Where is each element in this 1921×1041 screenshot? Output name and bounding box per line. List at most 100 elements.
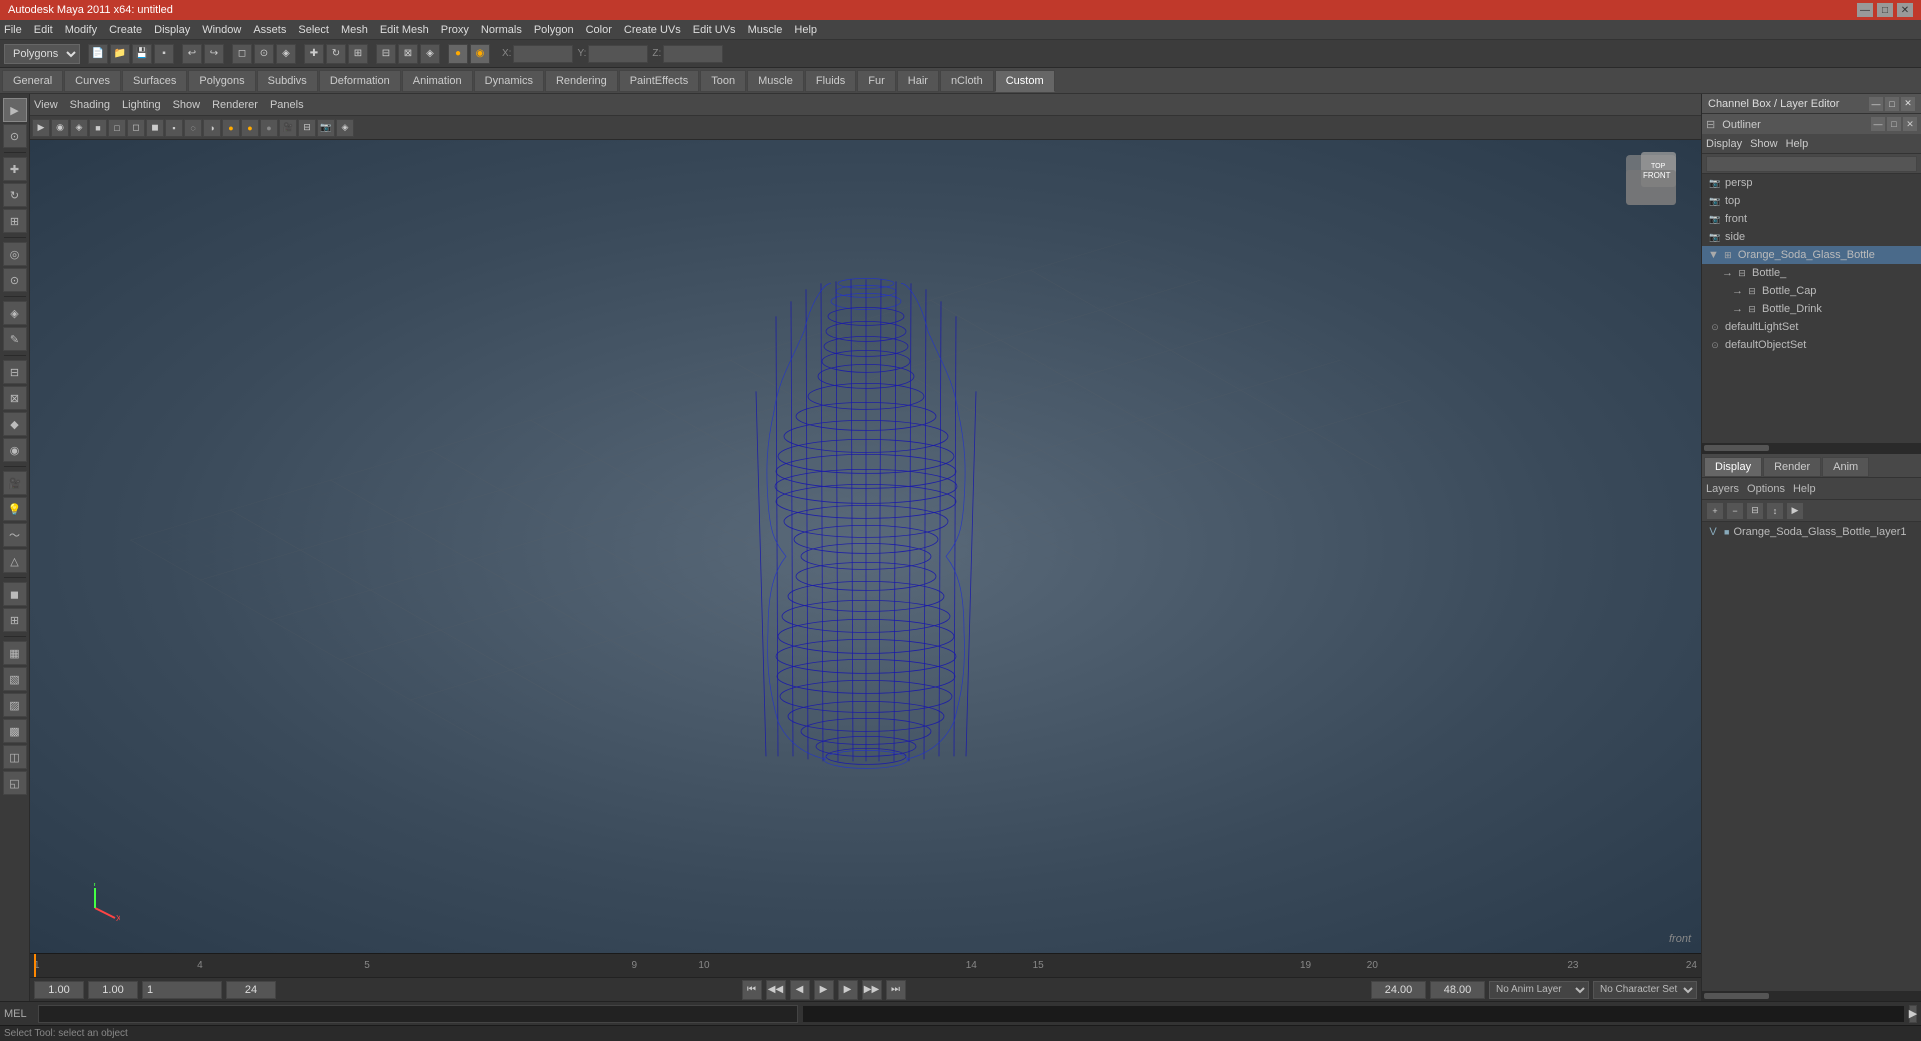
mode-select[interactable]: Polygons bbox=[4, 44, 80, 64]
z-field[interactable] bbox=[663, 45, 723, 63]
outliner-item-bottle-mesh[interactable]: → ⊟ Bottle_ bbox=[1702, 264, 1921, 282]
close-button[interactable]: ✕ bbox=[1897, 3, 1913, 17]
outliner-item-top[interactable]: 📷 top bbox=[1702, 192, 1921, 210]
shelf-tab-custom[interactable]: Custom bbox=[995, 70, 1055, 92]
tool-sculpt[interactable]: ◈ bbox=[3, 301, 27, 325]
shelf-tab-fluids[interactable]: Fluids bbox=[805, 70, 856, 92]
vp-menu-lighting[interactable]: Lighting bbox=[122, 99, 161, 111]
tool-snap-curve[interactable]: ⊠ bbox=[3, 386, 27, 410]
layer-visibility[interactable]: V bbox=[1706, 526, 1720, 538]
tb-render[interactable]: ● bbox=[448, 44, 468, 64]
tool-misc2[interactable]: ▧ bbox=[3, 667, 27, 691]
layer-options[interactable]: ⊟ bbox=[1746, 502, 1764, 520]
vp-menu-shading[interactable]: Shading bbox=[70, 99, 110, 111]
tb-undo[interactable]: ↩ bbox=[182, 44, 202, 64]
vp-lighting3[interactable]: ● bbox=[260, 119, 278, 137]
tb-lasso[interactable]: ⊙ bbox=[254, 44, 274, 64]
vp-bookmark[interactable]: ⊟ bbox=[298, 119, 316, 137]
channel-box-close[interactable]: ✕ bbox=[1901, 97, 1915, 111]
tb-redo[interactable]: ↪ bbox=[204, 44, 224, 64]
vp-menu-show[interactable]: Show bbox=[173, 99, 201, 111]
pb-play-fwd[interactable]: ▶ bbox=[814, 980, 834, 1000]
outliner-item-persp[interactable]: 📷 persp bbox=[1702, 174, 1921, 192]
tool-camera[interactable]: 🎥 bbox=[3, 471, 27, 495]
layer-item-bottle[interactable]: V ■ Orange_Soda_Glass_Bottle_layer1 bbox=[1702, 522, 1921, 542]
shelf-tab-muscle[interactable]: Muscle bbox=[747, 70, 804, 92]
shelf-tab-toon[interactable]: Toon bbox=[700, 70, 746, 92]
tool-rotate[interactable]: ↻ bbox=[3, 183, 27, 207]
vp-menu-panels[interactable]: Panels bbox=[270, 99, 304, 111]
tool-show-manip[interactable]: ⊙ bbox=[3, 268, 27, 292]
menu-polygon[interactable]: Polygon bbox=[534, 24, 574, 36]
menu-normals[interactable]: Normals bbox=[481, 24, 522, 36]
vp-ipr[interactable]: ◈ bbox=[70, 119, 88, 137]
shelf-tab-animation[interactable]: Animation bbox=[402, 70, 473, 92]
max-playback-field[interactable] bbox=[1430, 981, 1485, 999]
outliner-search-input[interactable] bbox=[1706, 156, 1917, 172]
menu-edit-uvs[interactable]: Edit UVs bbox=[693, 24, 736, 36]
tb-scale[interactable]: ⊞ bbox=[348, 44, 368, 64]
subtab-layers[interactable]: Layers bbox=[1706, 483, 1739, 495]
tb-snap-curve[interactable]: ⊠ bbox=[398, 44, 418, 64]
anim-layer-select[interactable]: No Anim Layer bbox=[1489, 981, 1589, 999]
x-field[interactable] bbox=[513, 45, 573, 63]
restore-button[interactable]: □ bbox=[1877, 3, 1893, 17]
minimize-button[interactable]: — bbox=[1857, 3, 1873, 17]
subtab-help[interactable]: Help bbox=[1793, 483, 1816, 495]
tool-lattice[interactable]: ⊞ bbox=[3, 608, 27, 632]
menu-edit[interactable]: Edit bbox=[34, 24, 53, 36]
vp-menu-renderer[interactable]: Renderer bbox=[212, 99, 258, 111]
outliner-item-front[interactable]: 📷 front bbox=[1702, 210, 1921, 228]
ch-tab-display[interactable]: Display bbox=[1704, 457, 1762, 477]
tool-misc5[interactable]: ◫ bbox=[3, 745, 27, 769]
tool-misc4[interactable]: ▩ bbox=[3, 719, 27, 743]
menu-proxy[interactable]: Proxy bbox=[441, 24, 469, 36]
pb-go-start[interactable]: ⏮ bbox=[742, 980, 762, 1000]
command-input[interactable] bbox=[38, 1005, 798, 1023]
vp-lighting2[interactable]: ● bbox=[241, 119, 259, 137]
tool-select[interactable]: ▶ bbox=[3, 98, 27, 122]
outliner-item-default-light-set[interactable]: ⊙ defaultLightSet bbox=[1702, 318, 1921, 336]
menu-select[interactable]: Select bbox=[298, 24, 329, 36]
pb-prev-key[interactable]: ◀◀ bbox=[766, 980, 786, 1000]
subtab-options[interactable]: Options bbox=[1747, 483, 1785, 495]
tb-snap-grid[interactable]: ⊟ bbox=[376, 44, 396, 64]
pb-go-end[interactable]: ⏭ bbox=[886, 980, 906, 1000]
tb-ipr[interactable]: ◉ bbox=[470, 44, 490, 64]
tool-move[interactable]: ✚ bbox=[3, 157, 27, 181]
ch-tab-render[interactable]: Render bbox=[1763, 457, 1821, 477]
tool-misc3[interactable]: ▨ bbox=[3, 693, 27, 717]
channel-box-minimize[interactable]: — bbox=[1869, 97, 1883, 111]
shelf-tab-hair[interactable]: Hair bbox=[897, 70, 939, 92]
tool-misc6[interactable]: ◱ bbox=[3, 771, 27, 795]
pb-next-key[interactable]: ▶▶ bbox=[862, 980, 882, 1000]
menu-window[interactable]: Window bbox=[202, 24, 241, 36]
outliner-menu-help[interactable]: Help bbox=[1786, 138, 1809, 150]
shelf-tab-curves[interactable]: Curves bbox=[64, 70, 121, 92]
vp-render[interactable]: ◉ bbox=[51, 119, 69, 137]
shelf-tab-deformation[interactable]: Deformation bbox=[319, 70, 401, 92]
outliner-menu-display[interactable]: Display bbox=[1706, 138, 1742, 150]
layer-expand[interactable]: ▶ bbox=[1786, 502, 1804, 520]
tool-soft[interactable]: ◎ bbox=[3, 242, 27, 266]
view-cube[interactable]: FRONT TOP bbox=[1621, 150, 1691, 220]
tb-move[interactable]: ✚ bbox=[304, 44, 324, 64]
outliner-item-bottle-group[interactable]: ▼ ⊞ Orange_Soda_Glass_Bottle bbox=[1702, 246, 1921, 264]
y-field[interactable] bbox=[588, 45, 648, 63]
shelf-tab-ncloth[interactable]: nCloth bbox=[940, 70, 994, 92]
tool-misc1[interactable]: ▦ bbox=[3, 641, 27, 665]
vp-xray[interactable]: ◌ bbox=[184, 119, 202, 137]
outliner-hscroll[interactable] bbox=[1702, 443, 1921, 453]
layer-new[interactable]: + bbox=[1706, 502, 1724, 520]
vp-smooth[interactable]: ◻ bbox=[127, 119, 145, 137]
outliner-menu-show[interactable]: Show bbox=[1750, 138, 1778, 150]
outliner-minimize[interactable]: — bbox=[1871, 117, 1885, 131]
ch-tab-anim[interactable]: Anim bbox=[1822, 457, 1869, 477]
outliner-item-side[interactable]: 📷 side bbox=[1702, 228, 1921, 246]
menu-edit-mesh[interactable]: Edit Mesh bbox=[380, 24, 429, 36]
tool-lasso[interactable]: ⊙ bbox=[3, 124, 27, 148]
shelf-tab-subdivs[interactable]: Subdivs bbox=[257, 70, 318, 92]
shelf-tab-general[interactable]: General bbox=[2, 70, 63, 92]
menu-create[interactable]: Create bbox=[109, 24, 142, 36]
vp-menu-view[interactable]: View bbox=[34, 99, 58, 111]
